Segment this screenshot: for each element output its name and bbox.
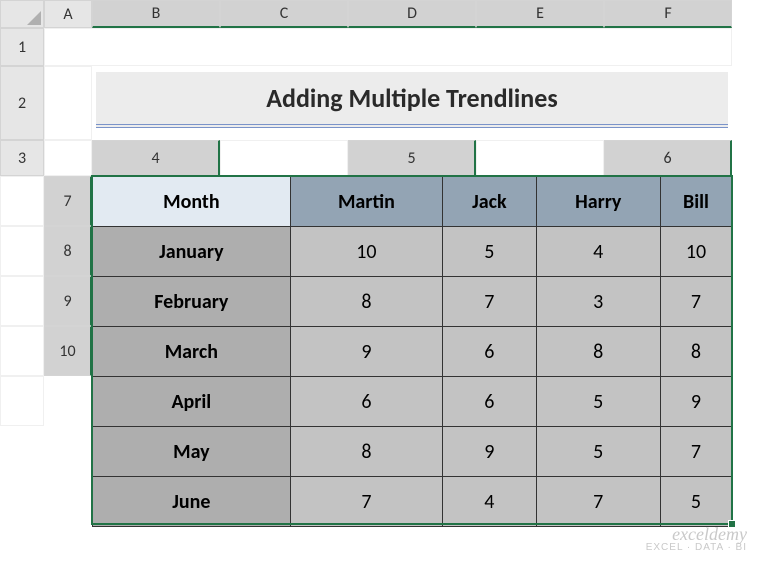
cell-val[interactable]: 7 bbox=[290, 477, 442, 527]
cell-val[interactable]: 6 bbox=[290, 377, 442, 427]
cell-val[interactable]: 7 bbox=[536, 477, 660, 527]
row-header-3[interactable]: 3 bbox=[0, 140, 44, 176]
cell-month[interactable]: April bbox=[93, 377, 291, 427]
table-row: January 10 5 4 10 bbox=[93, 227, 732, 277]
cell-val[interactable]: 8 bbox=[290, 427, 442, 477]
cell-val[interactable]: 9 bbox=[290, 327, 442, 377]
table-row: March 9 6 8 8 bbox=[93, 327, 732, 377]
cell-row1[interactable] bbox=[44, 28, 732, 66]
cell-val[interactable]: 7 bbox=[660, 277, 731, 327]
col-header-E[interactable]: E bbox=[476, 0, 604, 28]
row-header-9[interactable]: 9 bbox=[44, 276, 92, 326]
cell-val[interactable]: 6 bbox=[443, 327, 536, 377]
cell-val[interactable]: 7 bbox=[443, 277, 536, 327]
cell-month[interactable]: March bbox=[93, 327, 291, 377]
header-person-0[interactable]: Martin bbox=[290, 177, 442, 227]
spreadsheet-grid: A B C D E F 1 2 Adding Multiple Trendlin… bbox=[0, 0, 767, 526]
table-row: May 8 9 5 7 bbox=[93, 427, 732, 477]
header-person-2[interactable]: Harry bbox=[536, 177, 660, 227]
cell-val[interactable]: 8 bbox=[290, 277, 442, 327]
watermark-sub: EXCEL · DATA · BI bbox=[646, 543, 747, 553]
cell-val[interactable]: 8 bbox=[660, 327, 731, 377]
cell-A7[interactable] bbox=[0, 226, 44, 276]
cell-A2[interactable] bbox=[44, 66, 92, 140]
cell-A6[interactable] bbox=[0, 176, 44, 226]
data-table: Month Martin Jack Harry Bill January 10 … bbox=[92, 176, 732, 527]
row-header-7[interactable]: 7 bbox=[44, 176, 92, 226]
row-header-10[interactable]: 10 bbox=[44, 326, 92, 376]
cell-val[interactable]: 3 bbox=[536, 277, 660, 327]
table-row: April 6 6 5 9 bbox=[93, 377, 732, 427]
row-header-5[interactable]: 5 bbox=[348, 140, 476, 176]
cell-val[interactable]: 7 bbox=[660, 427, 731, 477]
selection-fill-handle[interactable] bbox=[728, 520, 736, 528]
header-person-1[interactable]: Jack bbox=[443, 177, 536, 227]
cell-val[interactable]: 4 bbox=[443, 477, 536, 527]
cell-val[interactable]: 5 bbox=[536, 377, 660, 427]
cell-month[interactable]: January bbox=[93, 227, 291, 277]
cell-month[interactable]: May bbox=[93, 427, 291, 477]
row-header-8[interactable]: 8 bbox=[44, 226, 92, 276]
cell-val[interactable]: 10 bbox=[660, 227, 731, 277]
cell-A8[interactable] bbox=[0, 276, 44, 326]
col-header-B[interactable]: B bbox=[92, 0, 220, 28]
table-row: February 8 7 3 7 bbox=[93, 277, 732, 327]
cell-val[interactable]: 9 bbox=[443, 427, 536, 477]
row-header-4[interactable]: 4 bbox=[92, 140, 220, 176]
title-cell[interactable]: Adding Multiple Trendlines bbox=[96, 72, 728, 128]
data-table-region[interactable]: Month Martin Jack Harry Bill January 10 … bbox=[92, 176, 732, 526]
table-row: June 7 4 7 5 bbox=[93, 477, 732, 527]
header-month[interactable]: Month bbox=[93, 177, 291, 227]
header-person-3[interactable]: Bill bbox=[660, 177, 731, 227]
watermark: exceldemy EXCEL · DATA · BI bbox=[646, 525, 747, 553]
cell-val[interactable]: 4 bbox=[536, 227, 660, 277]
row-header-1[interactable]: 1 bbox=[0, 28, 44, 66]
table-header-row: Month Martin Jack Harry Bill bbox=[93, 177, 732, 227]
cell-A4[interactable] bbox=[220, 140, 348, 176]
cell-A3[interactable] bbox=[44, 140, 92, 176]
cell-A10[interactable] bbox=[0, 376, 44, 426]
title-text: Adding Multiple Trendlines bbox=[266, 82, 557, 114]
cell-val[interactable]: 8 bbox=[536, 327, 660, 377]
col-header-D[interactable]: D bbox=[348, 0, 476, 28]
cell-month[interactable]: February bbox=[93, 277, 291, 327]
cell-val[interactable]: 5 bbox=[660, 477, 731, 527]
col-header-A[interactable]: A bbox=[44, 0, 92, 28]
select-all-corner[interactable] bbox=[0, 0, 44, 28]
cell-val[interactable]: 5 bbox=[443, 227, 536, 277]
cell-val[interactable]: 9 bbox=[660, 377, 731, 427]
row-header-6[interactable]: 6 bbox=[604, 140, 732, 176]
col-header-C[interactable]: C bbox=[220, 0, 348, 28]
cell-val[interactable]: 6 bbox=[443, 377, 536, 427]
cell-val[interactable]: 10 bbox=[290, 227, 442, 277]
cell-A9[interactable] bbox=[0, 326, 44, 376]
cell-val[interactable]: 5 bbox=[536, 427, 660, 477]
cell-A5[interactable] bbox=[476, 140, 604, 176]
col-header-F[interactable]: F bbox=[604, 0, 732, 28]
row-header-2[interactable]: 2 bbox=[0, 66, 44, 140]
cell-month[interactable]: June bbox=[93, 477, 291, 527]
